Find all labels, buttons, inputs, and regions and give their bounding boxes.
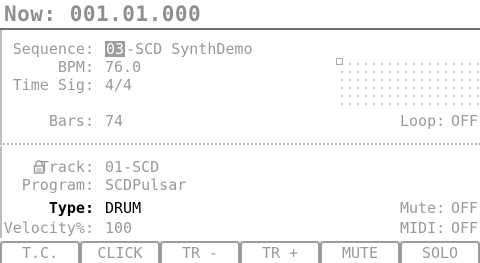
sequence-field[interactable]: 03 -SCD SynthDemo xyxy=(105,40,253,58)
midi-label: MIDI: xyxy=(400,219,446,237)
softkey-mute[interactable]: MUTE xyxy=(320,241,400,263)
title-bar: Now: 001.01.000 xyxy=(0,0,480,30)
softkey-solo[interactable]: SOLO xyxy=(400,241,480,263)
bars-label: Bars: xyxy=(48,112,94,130)
softkey-tc[interactable]: T.C. xyxy=(0,241,80,263)
sequence-number[interactable]: 03 xyxy=(105,41,126,57)
velocity-label: Velocity%: xyxy=(3,219,94,237)
program-label: Program: xyxy=(21,176,94,194)
sequence-name[interactable]: -SCD SynthDemo xyxy=(126,40,252,58)
loop-field[interactable]: OFF xyxy=(451,112,478,130)
midi-field[interactable]: OFF xyxy=(451,219,478,237)
velocity-field[interactable]: 100 xyxy=(105,219,132,237)
timesig-label: Time Sig: xyxy=(12,76,94,94)
track-label: Track: xyxy=(39,158,94,176)
sequencer-screen: Now: 001.01.000 Sequence: 03 -SCD SynthDe… xyxy=(0,0,480,263)
program-field[interactable]: SCDPulsar xyxy=(105,176,186,194)
mute-label: Mute: xyxy=(400,199,446,217)
softkey-bar: T.C. CLICK TR - TR + MUTE SOLO xyxy=(0,238,480,263)
track-field[interactable]: 01-SCD xyxy=(105,158,159,176)
loop-label: Loop: xyxy=(400,112,446,130)
bpm-field[interactable]: 76.0 xyxy=(105,58,141,76)
softkey-track-prev[interactable]: TR - xyxy=(160,241,240,263)
type-label: Type: xyxy=(48,199,94,217)
softkey-click[interactable]: CLICK xyxy=(80,241,160,263)
grid-dots xyxy=(336,60,480,108)
bars-field[interactable]: 74 xyxy=(105,112,123,130)
now-position: Now: 001.01.000 xyxy=(4,2,202,26)
mute-field[interactable]: OFF xyxy=(451,199,478,217)
sequence-label: Sequence: xyxy=(12,40,94,58)
timesig-field[interactable]: 4/4 xyxy=(105,76,132,94)
softkey-track-next[interactable]: TR + xyxy=(240,241,320,263)
grid-position-marker xyxy=(336,58,343,65)
bpm-label: BPM: xyxy=(57,58,94,76)
section-divider xyxy=(0,143,480,145)
type-field[interactable]: DRUM xyxy=(105,199,141,217)
